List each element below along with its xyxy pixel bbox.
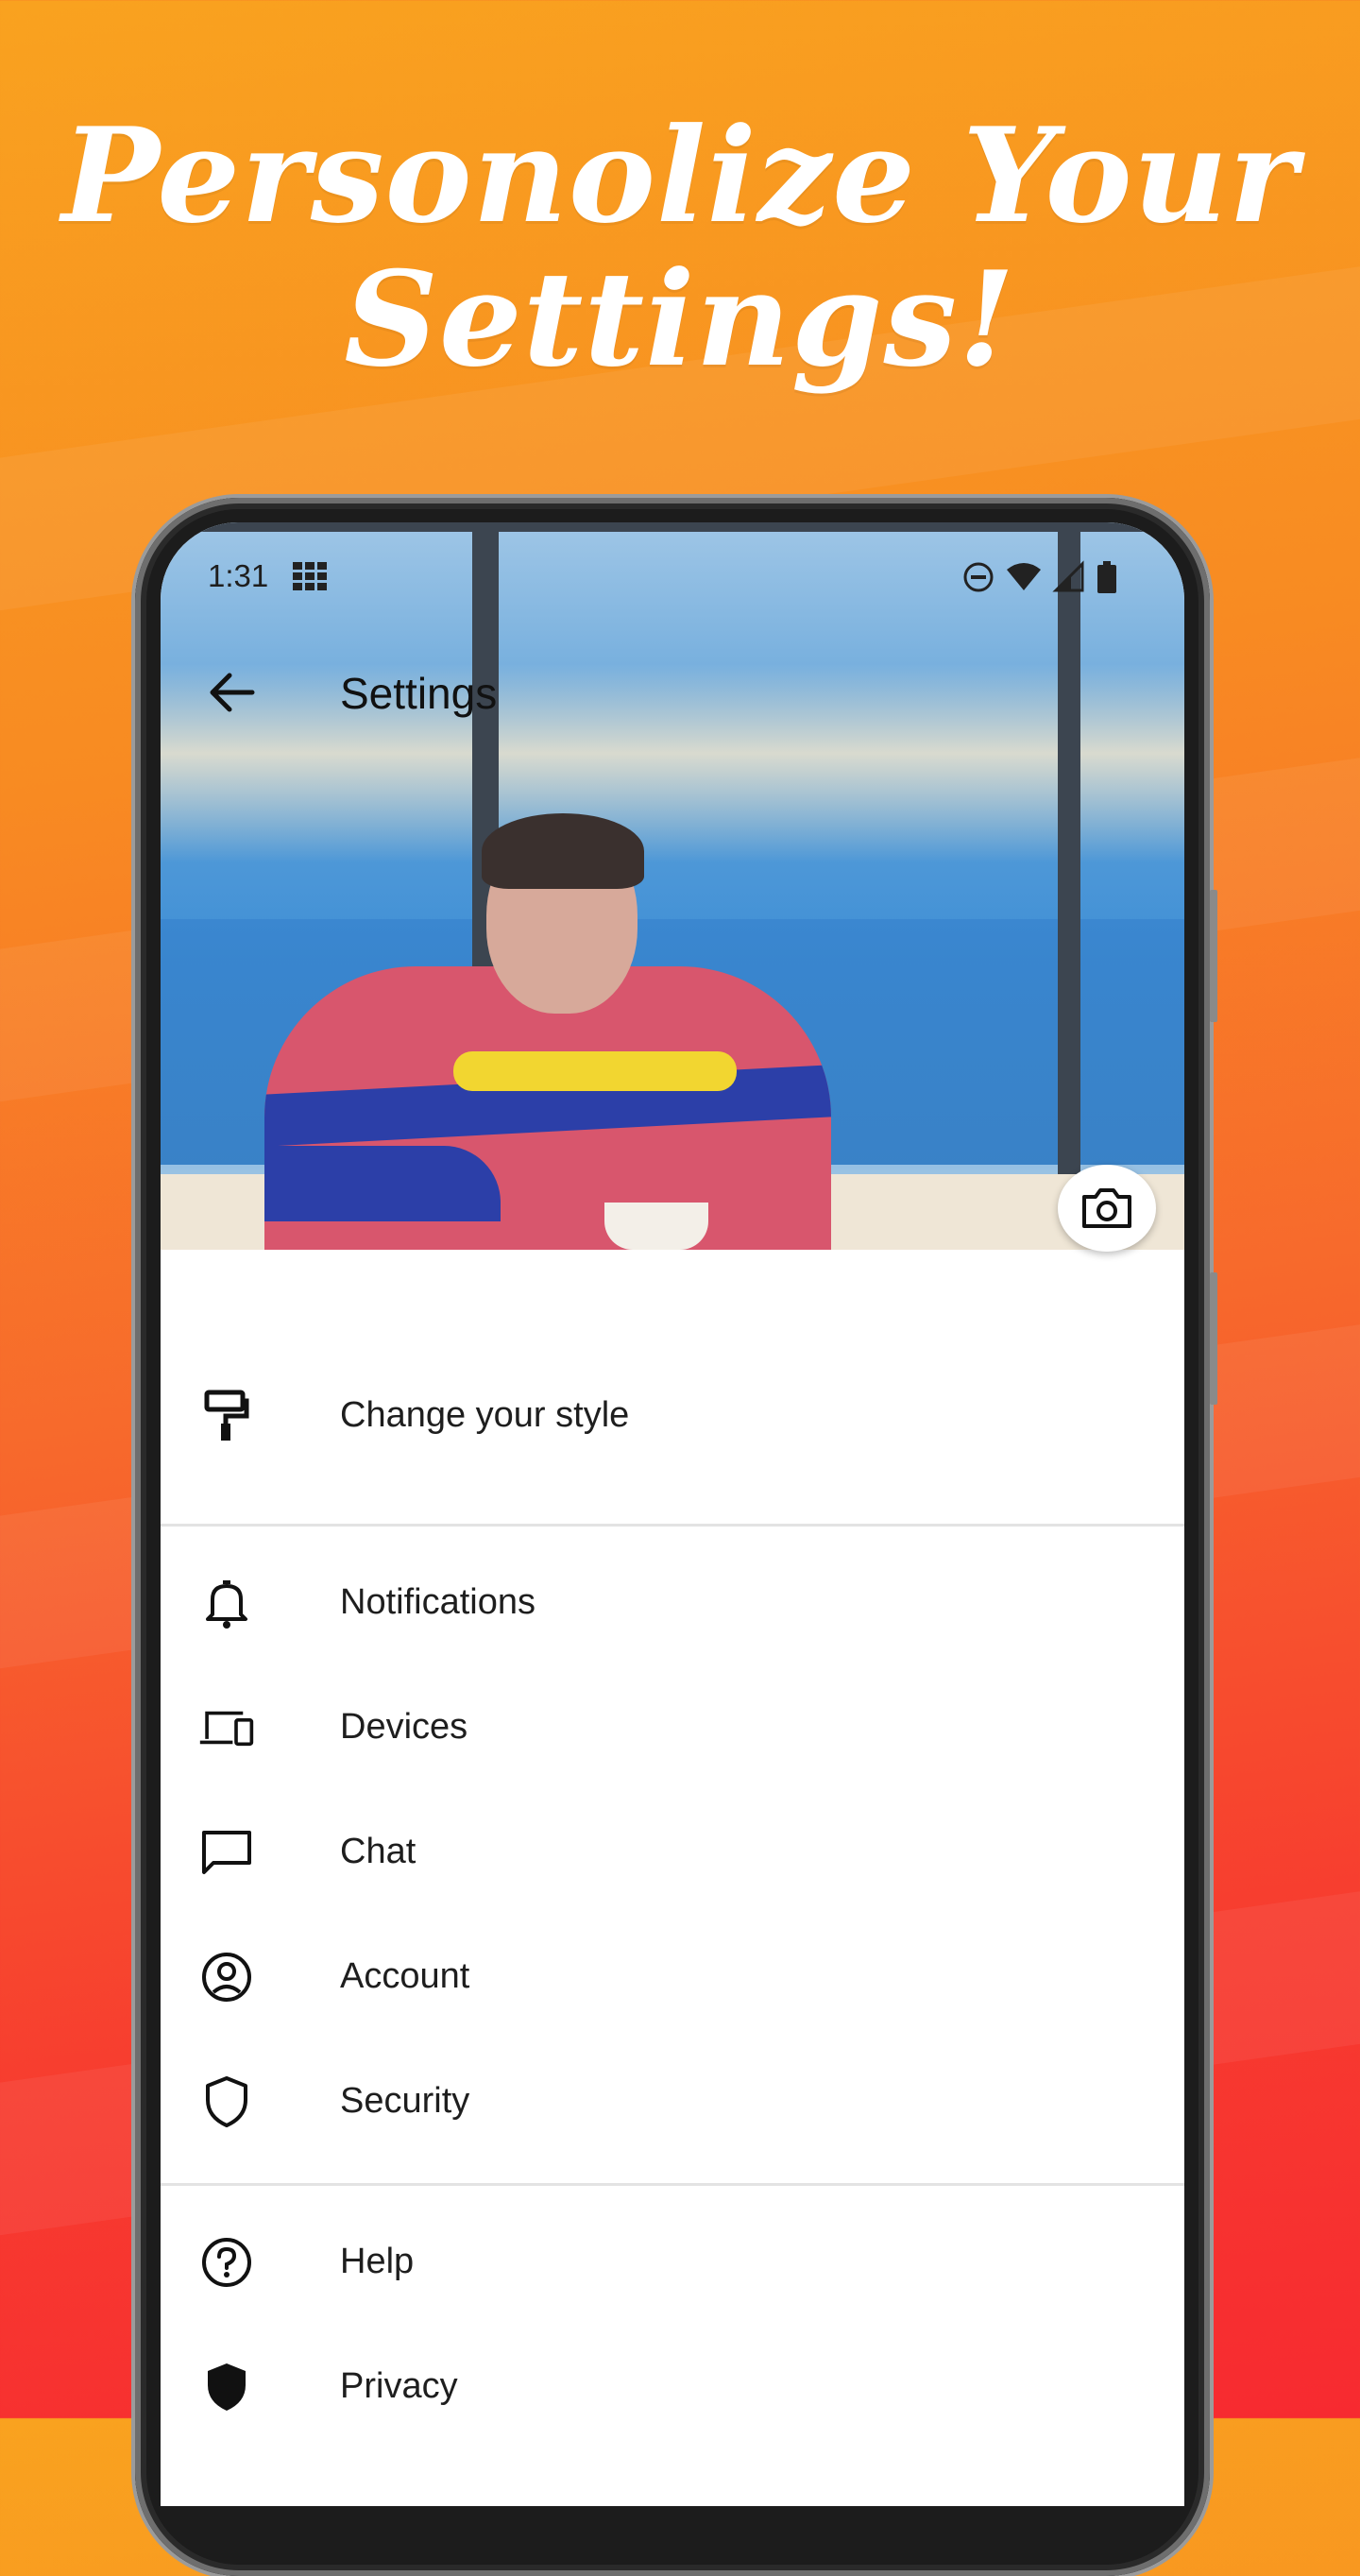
back-button[interactable] <box>203 664 260 721</box>
paint-roller-icon <box>198 1388 255 1444</box>
status-icons <box>961 560 1118 594</box>
chat-bubble-icon <box>198 1824 255 1881</box>
wifi-icon <box>1007 563 1041 590</box>
coffee-cup <box>604 1203 708 1250</box>
divider <box>161 1524 1184 1527</box>
account-circle-icon <box>198 1949 255 2005</box>
signal-icon <box>1052 560 1084 592</box>
phone-screen: 1:31 Settings Change your style Notifica… <box>161 522 1184 2506</box>
shield-filled-icon <box>198 2359 255 2415</box>
phone-side-button <box>1210 890 1217 1022</box>
shield-outline-icon <box>198 2073 255 2130</box>
settings-item-label: Change your style <box>340 1395 630 1435</box>
promo-headline: Personolize Your Settings! <box>0 104 1360 391</box>
person-hair <box>482 813 644 889</box>
app-grid-icon <box>293 562 327 590</box>
battery-icon <box>1097 561 1116 593</box>
headline-line-1: Personolize Your <box>61 98 1299 252</box>
status-bar: 1:31 <box>161 558 1184 596</box>
app-bar: Settings <box>161 655 1184 730</box>
settings-item-label: Notifications <box>340 1582 536 1622</box>
change-cover-photo-button[interactable] <box>1058 1165 1156 1252</box>
settings-item-label: Account <box>340 1956 470 1996</box>
settings-item-notifications[interactable]: Notifications <box>161 1550 1184 1656</box>
dnd-icon <box>963 562 994 592</box>
divider <box>161 2183 1184 2186</box>
settings-item-label: Privacy <box>340 2366 458 2406</box>
settings-item-privacy[interactable]: Privacy <box>161 2334 1184 2440</box>
settings-item-label: Devices <box>340 1707 468 1747</box>
settings-item-label: Chat <box>340 1832 416 1871</box>
headline-line-2: Settings! <box>344 242 1016 396</box>
settings-item-security[interactable]: Security <box>161 2049 1184 2155</box>
settings-item-chat[interactable]: Chat <box>161 1800 1184 1905</box>
status-time: 1:31 <box>208 558 269 593</box>
devices-icon <box>198 1699 255 1756</box>
profile-cover-photo: 1:31 Settings <box>161 522 1184 1250</box>
bell-icon <box>198 1575 255 1631</box>
page-title: Settings <box>340 669 498 718</box>
settings-item-account[interactable]: Account <box>161 1924 1184 2030</box>
settings-item-style[interactable]: Change your style <box>161 1363 1184 1469</box>
window-frame <box>161 522 1184 532</box>
settings-item-devices[interactable]: Devices <box>161 1675 1184 1781</box>
settings-item-label: Security <box>340 2081 470 2121</box>
settings-item-label: Help <box>340 2242 415 2281</box>
help-circle-icon <box>198 2234 255 2291</box>
phone-side-button <box>1210 1272 1217 1405</box>
window-frame <box>1058 522 1080 1184</box>
camera-icon <box>1082 1188 1131 1228</box>
settings-item-help[interactable]: Help <box>161 2209 1184 2315</box>
